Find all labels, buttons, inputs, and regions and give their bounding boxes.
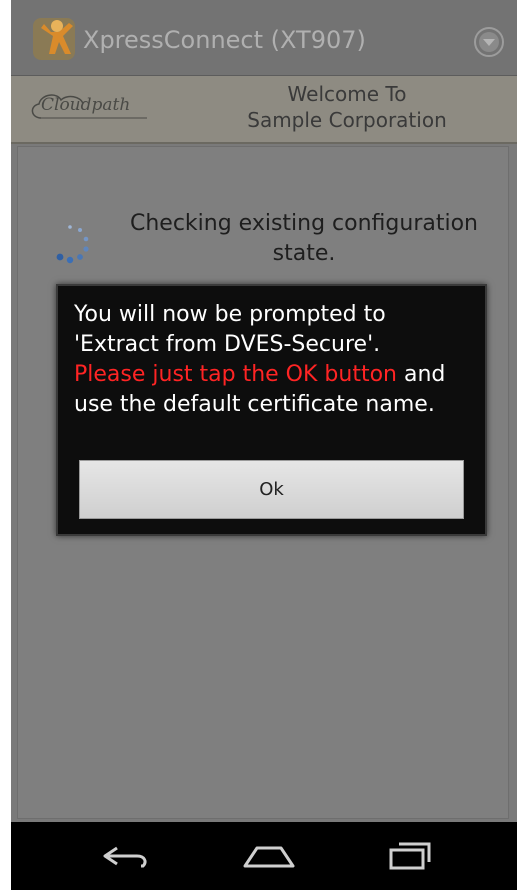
dialog-line-3: Please just tap the OK button and	[74, 360, 474, 390]
welcome-text: Welcome To Sample Corporation	[217, 81, 477, 133]
welcome-line-2: Sample Corporation	[247, 108, 447, 132]
instruction-dialog: You will now be prompted to 'Extract fro…	[56, 284, 487, 536]
status-message: Checking existing configuration state.	[104, 209, 504, 269]
chevron-down-circle-icon[interactable]	[473, 26, 505, 58]
title-bar: XpressConnect (XT907)	[11, 0, 517, 76]
navigation-bar	[11, 822, 517, 890]
app-title: XpressConnect (XT907)	[83, 26, 366, 54]
dialog-line-3-suffix: and	[397, 362, 446, 387]
home-icon[interactable]	[239, 836, 299, 876]
dialog-message: You will now be prompted to 'Extract fro…	[74, 300, 474, 420]
status-line-2: state.	[272, 241, 336, 266]
ok-button[interactable]: Ok	[79, 460, 464, 519]
dialog-line-2: 'Extract from DVES-Secure'.	[74, 332, 381, 357]
dialog-highlight: Please just tap the OK button	[74, 362, 397, 387]
back-icon[interactable]	[97, 836, 157, 876]
welcome-line-1: Welcome To	[287, 82, 407, 106]
person-icon	[33, 18, 75, 60]
loading-spinner-icon	[56, 225, 89, 264]
status-line-1: Checking existing configuration	[129, 211, 478, 236]
recent-apps-icon[interactable]	[381, 836, 441, 876]
phone-screen: XpressConnect (XT907) Cloudpath Welcome …	[11, 0, 517, 890]
dialog-line-1: You will now be prompted to	[74, 302, 386, 327]
logo-text: Cloudpath	[41, 95, 131, 115]
dialog-line-4: use the default certificate name.	[74, 392, 435, 417]
branding-header: Cloudpath Welcome To Sample Corporation	[11, 76, 517, 144]
